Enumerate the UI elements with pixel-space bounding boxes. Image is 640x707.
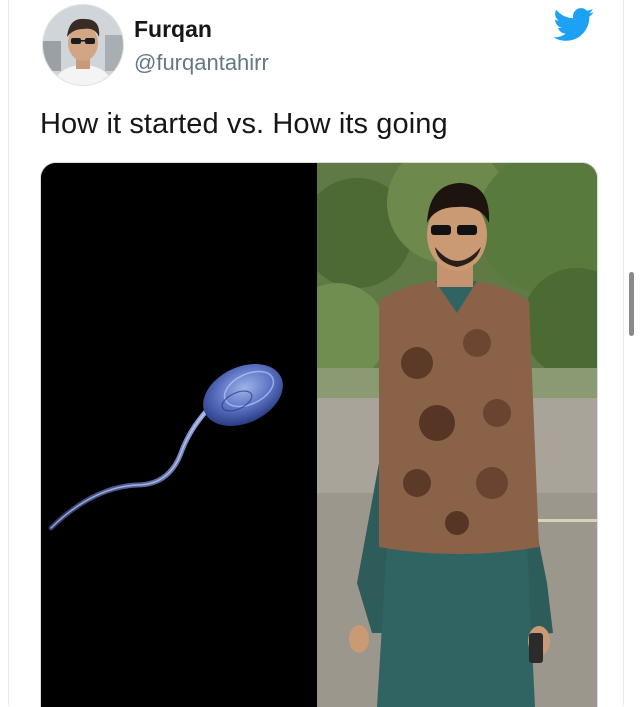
display-name[interactable]: Furqan bbox=[134, 16, 212, 43]
avatar[interactable] bbox=[42, 4, 124, 86]
tweet-text: How it started vs. How its going bbox=[40, 108, 448, 140]
user-handle[interactable]: @furqantahirr bbox=[134, 50, 269, 76]
tweet-media[interactable] bbox=[40, 162, 598, 707]
sperm-cell-image bbox=[41, 163, 317, 707]
twitter-bird-icon[interactable] bbox=[553, 8, 595, 42]
man-photo bbox=[287, 163, 597, 707]
scrollbar-thumb[interactable] bbox=[629, 272, 634, 336]
